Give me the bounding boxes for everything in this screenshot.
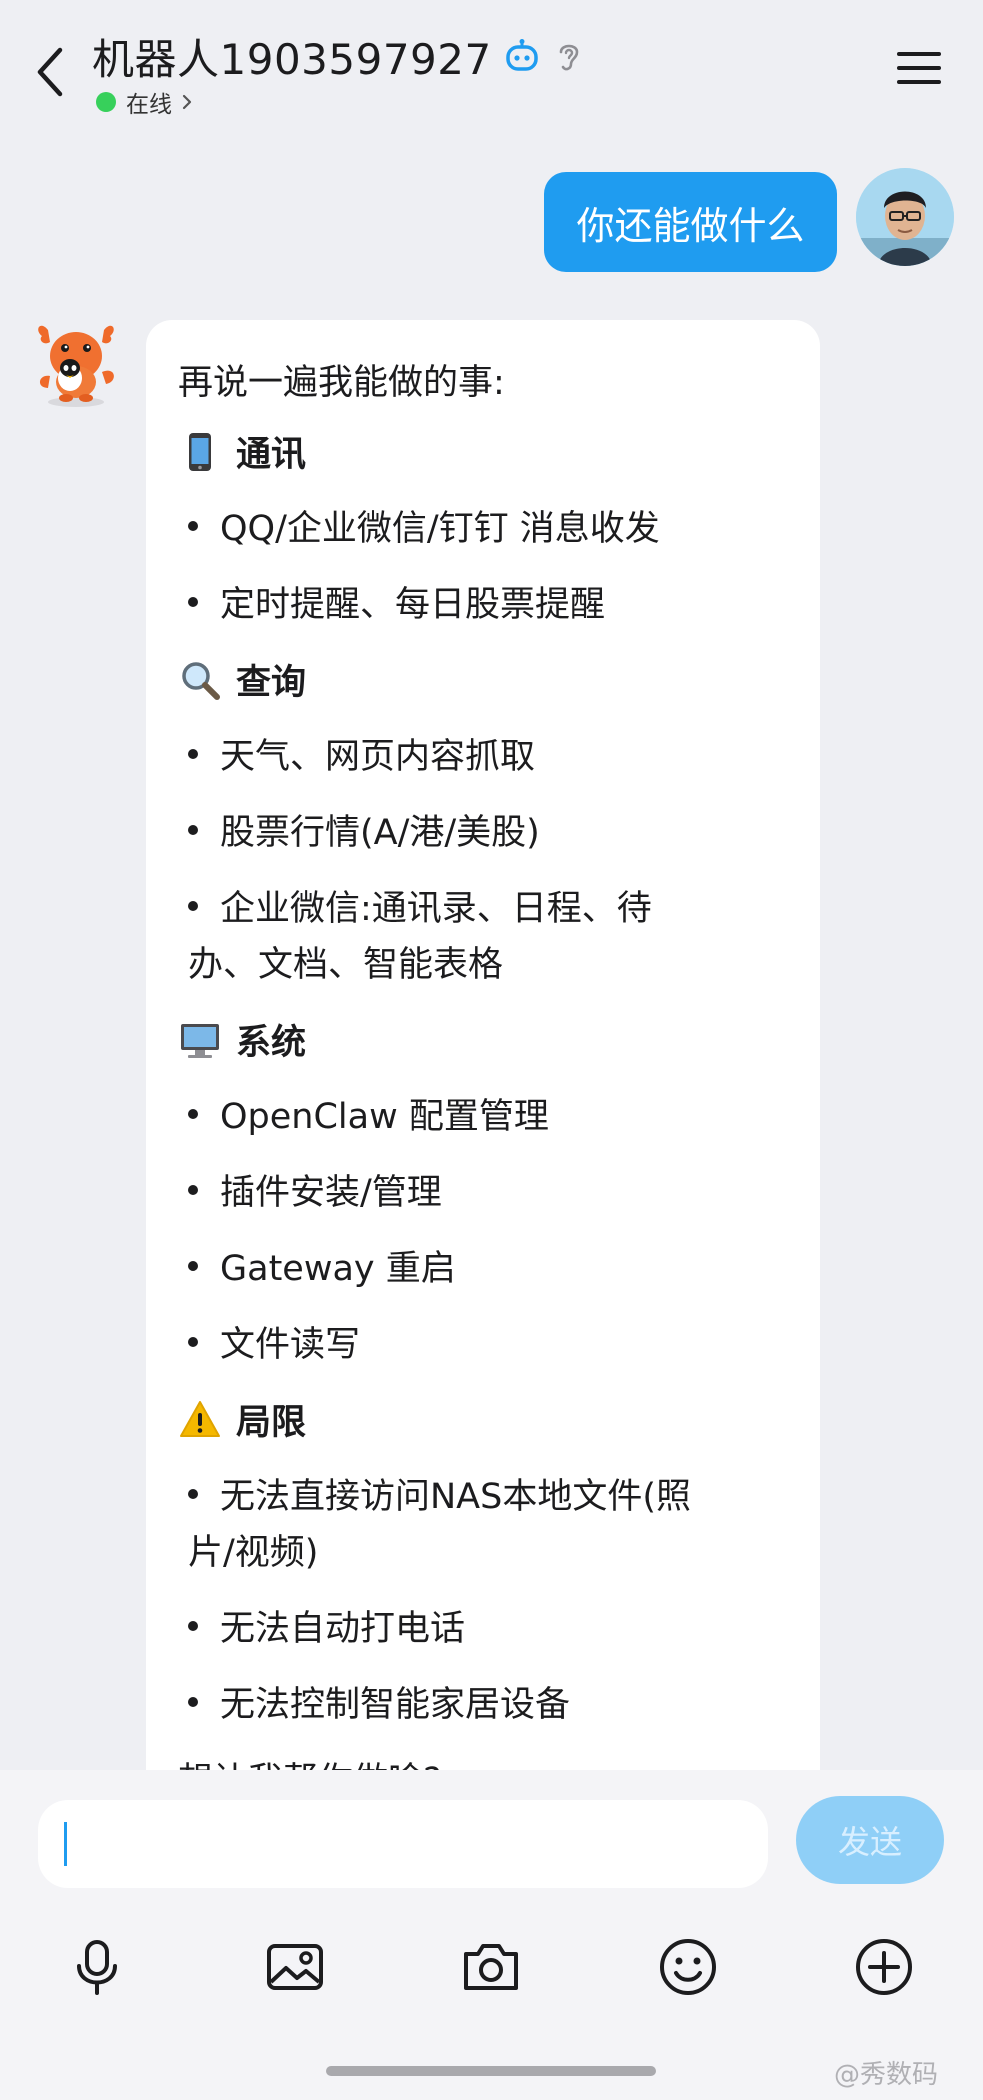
section-title: 查询	[236, 663, 307, 703]
section-heading-query: 查询	[178, 654, 306, 705]
lobster-mascot-icon	[38, 325, 114, 407]
add-plus-icon[interactable]	[853, 1936, 915, 1998]
warning-emoji-icon	[180, 1400, 220, 1437]
text-caret	[64, 1822, 67, 1866]
section-title: 系统	[236, 1023, 307, 1063]
list-item: QQ/企业微信/钉钉 消息收发	[188, 500, 660, 551]
magnifier-emoji-icon	[182, 661, 220, 700]
list-item: OpenClaw 配置管理	[188, 1088, 549, 1139]
menu-button[interactable]	[895, 48, 943, 88]
bot-message-bubble[interactable]: 再说一遍我能做的事: 通讯 QQ/企业微信/钉钉 消息收发 定时提醒、每日股票提…	[146, 320, 820, 1780]
chat-header: 机器人1903597927 在线	[0, 0, 983, 140]
section-title: 通讯	[236, 435, 307, 475]
bot-intro: 再说一遍我能做的事:	[178, 363, 505, 403]
user-avatar[interactable]	[856, 168, 954, 266]
hamburger-menu-icon	[897, 52, 941, 84]
robot-icon	[505, 39, 538, 71]
list-item: 企业微信:通讯录、日程、待	[188, 880, 652, 931]
section-title: 局限	[236, 1403, 307, 1443]
list-item: 无法直接访问NAS本地文件(照	[188, 1468, 691, 1519]
chat-screen: 机器人1903597927 在线 你还能做什么 再说一遍我能做的事: 通讯 QQ…	[0, 0, 983, 2100]
list-item: 天气、网页内容抓取	[188, 728, 535, 779]
back-arrow-icon	[37, 47, 63, 97]
list-item-continuation: 片/视频)	[188, 1533, 319, 1573]
list-item: 插件安装/管理	[188, 1164, 442, 1215]
list-item-continuation: 办、文档、智能表格	[188, 945, 504, 985]
list-item: 文件读写	[188, 1316, 360, 1367]
chevron-right-icon	[182, 94, 192, 110]
composer-bar: 发送 @秀数码	[0, 1770, 983, 2100]
user-message-bubble[interactable]: 你还能做什么	[544, 172, 837, 272]
section-heading-limits: 局限	[178, 1394, 306, 1445]
title-row[interactable]: 机器人1903597927	[92, 28, 584, 84]
chat-title: 机器人1903597927	[92, 34, 492, 84]
send-button[interactable]: 发送	[796, 1796, 944, 1884]
list-item: 无法自动打电话	[188, 1600, 465, 1651]
bot-avatar[interactable]	[30, 316, 122, 408]
status-label: 在线	[126, 92, 172, 118]
camera-icon[interactable]	[460, 1936, 522, 1998]
message-input[interactable]	[38, 1800, 768, 1888]
back-button[interactable]	[28, 40, 78, 100]
watermark: @秀数码	[834, 2060, 939, 2090]
home-indicator[interactable]	[326, 2066, 656, 2076]
ear-icon[interactable]	[554, 38, 584, 74]
user-message-text: 你还能做什么	[576, 203, 805, 248]
online-status[interactable]: 在线	[96, 86, 194, 118]
online-dot-icon	[96, 92, 116, 112]
phone-emoji-icon	[189, 432, 211, 471]
section-heading-comm: 通讯	[178, 426, 306, 477]
microphone-icon[interactable]	[66, 1936, 128, 1998]
list-item: 股票行情(A/港/美股)	[188, 804, 540, 855]
list-item: 无法控制智能家居设备	[188, 1676, 570, 1727]
list-item: Gateway 重启	[188, 1240, 456, 1291]
image-icon[interactable]	[264, 1936, 326, 1998]
list-item: 定时提醒、每日股票提醒	[188, 576, 605, 627]
section-heading-system: 系统	[178, 1014, 306, 1065]
computer-emoji-icon	[181, 1023, 219, 1058]
user-portrait-icon	[856, 168, 954, 266]
emoji-icon[interactable]	[657, 1936, 719, 1998]
